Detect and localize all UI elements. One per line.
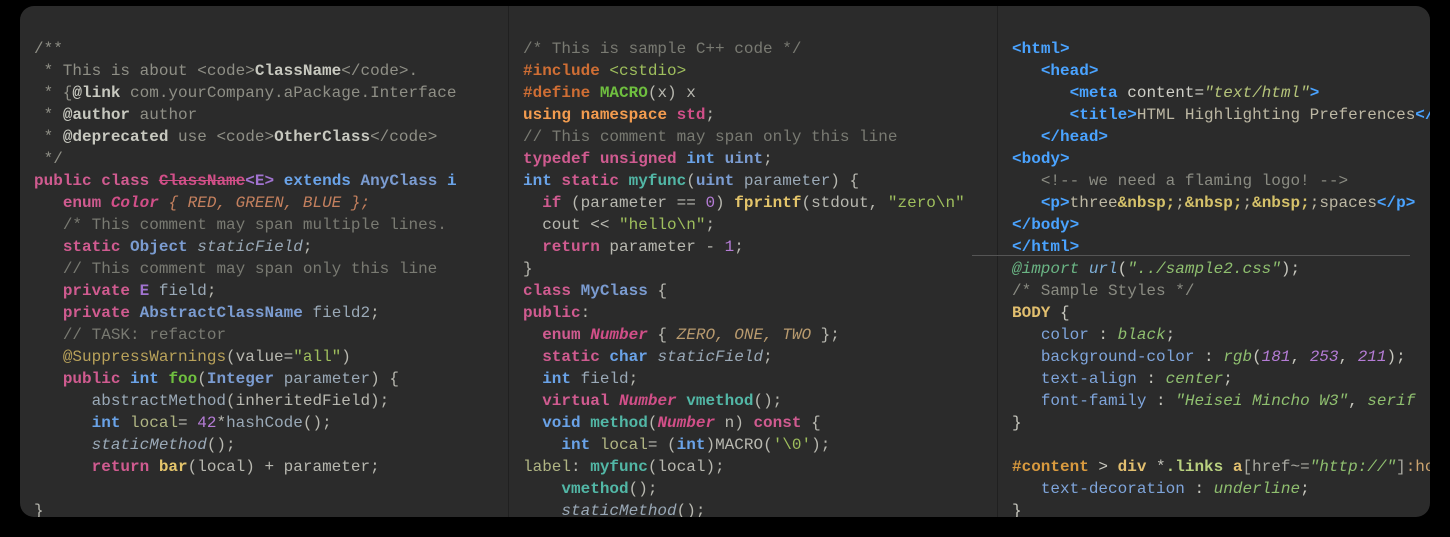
- code-line: public:: [523, 304, 590, 322]
- java-code-panel[interactable]: /** * This is about <code>ClassName</cod…: [20, 6, 508, 517]
- code-line: #define MACRO(x) x: [523, 84, 696, 102]
- javadoc-line: * @deprecated use <code>OtherClass</code…: [34, 128, 437, 146]
- code-line: enum Number { ZERO, ONE, TWO };: [523, 326, 840, 344]
- code-line: </html>: [1012, 238, 1079, 256]
- code-line: <p>three&nbsp;;&nbsp;;&nbsp;;spaces</p>: [1012, 194, 1415, 212]
- code-line: if (parameter == 0) fprintf(stdout, "zer…: [523, 194, 965, 212]
- markup-code-panel[interactable]: <html> <head> <meta content="text/html">…: [997, 6, 1430, 517]
- code-line: staticMethod();: [34, 436, 236, 454]
- editor-card: /** * This is about <code>ClassName</cod…: [20, 6, 1430, 517]
- code-line: }: [1012, 502, 1022, 517]
- code-line: }: [523, 260, 533, 278]
- code-line: font-family : "Heisei Mincho W3", serif: [1012, 392, 1415, 410]
- cpp-code-panel[interactable]: /* This is sample C++ code */ #include <…: [508, 6, 997, 517]
- code-line: <title>HTML Highlighting Preferences</: [1012, 106, 1430, 124]
- code-line: <body>: [1012, 150, 1070, 168]
- code-line: return bar(local) + parameter;: [34, 458, 380, 476]
- code-line: static Object staticField;: [34, 238, 312, 256]
- code-line: @import url("../sample2.css");: [1012, 260, 1300, 278]
- code-line: label: myfunc(local);: [523, 458, 725, 476]
- javadoc-line: /**: [34, 40, 63, 58]
- code-line: static char staticField;: [523, 348, 773, 366]
- code-line: cout << "hello\n";: [523, 216, 715, 234]
- code-line: // This comment may span only this line: [523, 128, 897, 146]
- code-line: private E field;: [34, 282, 216, 300]
- code-line: int local= (int)MACRO('\0');: [523, 436, 830, 454]
- code-theme-preview: /** * This is about <code>ClassName</cod…: [0, 0, 1450, 537]
- code-line: /* Sample Styles */: [1012, 282, 1194, 300]
- code-line: abstractMethod(inheritedField);: [34, 392, 389, 410]
- code-line: #content > div *.links a[href~="http://"…: [1012, 458, 1430, 476]
- code-line: // TASK: refactor: [34, 326, 226, 344]
- code-line: <html>: [1012, 40, 1070, 58]
- code-line: text-align : center;: [1012, 370, 1233, 388]
- code-line: #include <cstdio>: [523, 62, 686, 80]
- javadoc-line: * @author author: [34, 106, 197, 124]
- code-line: staticMethod();: [523, 502, 705, 517]
- code-line: // This comment may span only this line: [34, 260, 437, 278]
- panel-divider: [972, 255, 1410, 256]
- code-line: int field;: [523, 370, 638, 388]
- code-line: using namespace std;: [523, 106, 715, 124]
- code-line: virtual Number vmethod();: [523, 392, 782, 410]
- code-line: text-decoration : underline;: [1012, 480, 1310, 498]
- code-line: </body>: [1012, 216, 1079, 234]
- code-line: <head>: [1012, 62, 1098, 80]
- code-line: /* This is sample C++ code */: [523, 40, 801, 58]
- javadoc-line: */: [34, 150, 63, 168]
- code-line: typedef unsigned int uint;: [523, 150, 773, 168]
- code-line: background-color : rgb(181, 253, 211);: [1012, 348, 1406, 366]
- code-line: enum Color { RED, GREEN, BLUE };: [34, 194, 370, 212]
- code-line: int local= 42*hashCode();: [34, 414, 332, 432]
- code-line: BODY {: [1012, 304, 1070, 322]
- code-line: public class ClassName<E> extends AnyCla…: [34, 172, 457, 190]
- code-line: }: [1012, 414, 1022, 432]
- code-line: <meta content="text/html">: [1012, 84, 1319, 102]
- code-line: <!-- we need a flaming logo! -->: [1012, 172, 1348, 190]
- code-line: }: [34, 502, 44, 517]
- javadoc-line: * This is about <code>ClassName</code>.: [34, 62, 418, 80]
- code-line: color : black;: [1012, 326, 1175, 344]
- code-line: public int foo(Integer parameter) {: [34, 370, 399, 388]
- code-line: private AbstractClassName field2;: [34, 304, 380, 322]
- code-line: return parameter - 1;: [523, 238, 744, 256]
- code-line: int static myfunc(uint parameter) {: [523, 172, 859, 190]
- code-line: /* This comment may span multiple lines.: [34, 216, 447, 234]
- code-line: </head>: [1012, 128, 1108, 146]
- code-line: class MyClass {: [523, 282, 667, 300]
- code-line: vmethod();: [523, 480, 657, 498]
- javadoc-line: * {@link com.yourCompany.aPackage.Interf…: [34, 84, 456, 102]
- code-line: @SuppressWarnings(value="all"): [34, 348, 351, 366]
- code-line: void method(Number n) const {: [523, 414, 821, 432]
